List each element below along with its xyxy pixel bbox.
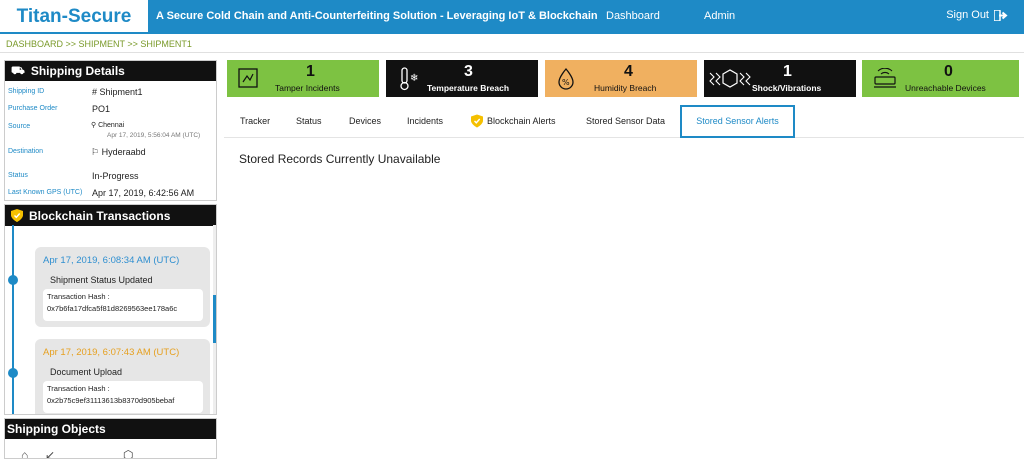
flag-icon: ⚐ — [91, 147, 100, 157]
nav-admin[interactable]: Admin — [704, 10, 735, 22]
transaction-card[interactable]: Apr 17, 2019, 6:07:43 AM (UTC) Document … — [35, 339, 210, 414]
breadcrumb-divider — [0, 52, 1024, 53]
stat-shock[interactable]: 1 Shock/Vibrations — [704, 60, 856, 97]
tab-bar: Tracker Status Devices Incidents Blockch… — [224, 104, 1024, 138]
transaction-hash-label: Transaction Hash : — [47, 384, 110, 393]
transaction-hash[interactable]: 0x7b6fa17dfca5f81d8269563ee178a6c — [47, 304, 199, 313]
arrow-icon: ↙ — [45, 448, 56, 459]
top-navbar: Titan-Secure A Secure Cold Chain and Ant… — [0, 0, 1024, 34]
source-value: ⚲ Chennai — [91, 121, 124, 129]
shipping-objects-title: Shipping Objects — [7, 422, 106, 436]
temperature-label: Temperature Breach — [427, 83, 510, 93]
status-label: Status — [8, 172, 28, 179]
purchase-order-value: PO1 — [92, 104, 111, 114]
shipping-details-title: Shipping Details — [30, 64, 125, 78]
stat-humidity[interactable]: % 4 Humidity Breach — [545, 60, 697, 97]
signout-icon — [994, 9, 1008, 21]
tab-blockchain-alerts[interactable]: Blockchain Alerts — [471, 114, 556, 128]
brand-logo[interactable]: Titan-Secure — [0, 0, 148, 34]
empty-state-message: Stored Records Currently Unavailable — [239, 152, 441, 166]
signout-button[interactable]: Sign Out — [946, 9, 1008, 21]
transaction-hash-label: Transaction Hash : — [47, 292, 110, 301]
tab-status[interactable]: Status — [296, 116, 322, 126]
transaction-time: Apr 17, 2019, 6:07:43 AM (UTC) — [43, 347, 180, 358]
signout-label: Sign Out — [946, 9, 989, 21]
stat-unreachable[interactable]: 0 Unreachable Devices — [862, 60, 1019, 97]
tamper-count: 1 — [306, 63, 315, 80]
pin-icon: ⚲ — [91, 122, 97, 129]
source-city: Chennai — [98, 122, 125, 129]
tab-stored-sensor-alerts[interactable]: Stored Sensor Alerts — [680, 105, 795, 138]
box-icon: ⬡ — [123, 448, 134, 459]
temperature-count: 3 — [464, 63, 473, 80]
breadcrumb[interactable]: DASHBOARD >> SHIPMENT >> SHIPMENT1 — [6, 39, 192, 49]
shock-label: Shock/Vibrations — [752, 83, 822, 93]
timeline-line — [12, 225, 14, 414]
timeline-dot — [8, 368, 18, 378]
shipping-id-value: # Shipment1 — [92, 87, 143, 97]
transaction-hash-box: Transaction Hash : 0x2b75c9ef31113613b83… — [43, 381, 203, 413]
truck-icon: ⛟ — [11, 65, 25, 77]
svg-text:%: % — [562, 78, 570, 87]
tab-devices[interactable]: Devices — [349, 116, 381, 126]
status-value: In-Progress — [92, 171, 139, 181]
svg-text:❄: ❄ — [410, 73, 418, 84]
package-icon: ⌂ — [21, 448, 29, 459]
shipping-id-label: Shipping ID — [8, 88, 45, 95]
tab-incidents[interactable]: Incidents — [407, 116, 443, 126]
blockchain-title: Blockchain Transactions — [29, 208, 171, 223]
scrollbar-thumb[interactable] — [213, 295, 216, 343]
stat-tamper[interactable]: 1 Tamper Incidents — [227, 60, 379, 97]
tamper-icon — [238, 68, 258, 88]
timeline-dot — [8, 275, 18, 285]
tab-blockchain-alerts-label: Blockchain Alerts — [487, 116, 556, 126]
purchase-order-label: Purchase Order — [8, 105, 58, 112]
blockchain-panel: Blockchain Transactions Apr 17, 2019, 6:… — [4, 204, 217, 415]
shock-count: 1 — [783, 63, 792, 80]
shock-icon — [709, 69, 751, 88]
destination-label: Destination — [8, 148, 44, 155]
transaction-hash[interactable]: 0x2b75c9ef31113613b8370d905bebaf — [47, 396, 199, 405]
shipping-details-header: ⛟ Shipping Details — [5, 61, 216, 81]
humidity-count: 4 — [624, 63, 633, 80]
transaction-card[interactable]: Apr 17, 2019, 6:08:34 AM (UTC) Shipment … — [35, 247, 210, 327]
gps-value: Apr 17, 2019, 6:42:56 AM — [92, 188, 195, 198]
thermometer-icon: ❄ — [400, 67, 418, 91]
source-time: Apr 17, 2019, 5:56:04 AM (UTC) — [107, 132, 201, 139]
shield-icon — [11, 209, 23, 222]
router-icon — [874, 68, 896, 88]
source-label: Source — [8, 123, 31, 130]
nav-dashboard[interactable]: Dashboard — [606, 10, 660, 22]
transaction-hash-box: Transaction Hash : 0x7b6fa17dfca5f81d826… — [43, 289, 203, 321]
transaction-title: Shipment Status Updated — [50, 275, 153, 285]
shield-icon — [471, 114, 483, 128]
tamper-label: Tamper Incidents — [275, 83, 340, 93]
tab-tracker[interactable]: Tracker — [240, 116, 270, 126]
shipping-objects-panel: Shipping Objects ⌂ ↙ ⬡ — [4, 418, 217, 459]
tagline: A Secure Cold Chain and Anti-Counterfeit… — [156, 10, 598, 22]
transaction-title: Document Upload — [50, 367, 123, 377]
unreachable-label: Unreachable Devices — [905, 83, 986, 93]
shipping-details-panel: ⛟ Shipping Details Shipping ID # Shipmen… — [4, 60, 217, 201]
humidity-label: Humidity Breach — [594, 83, 657, 93]
destination-value: ⚐ Hyderaabd — [91, 147, 146, 158]
blockchain-header: Blockchain Transactions — [5, 205, 216, 226]
shipping-objects-header: Shipping Objects — [5, 419, 216, 439]
humidity-icon: % — [558, 68, 574, 90]
destination-city: Hyderaabd — [101, 147, 146, 157]
gps-label: Last Known GPS (UTC) — [8, 189, 83, 196]
stat-temperature[interactable]: ❄ 3 Temperature Breach — [386, 60, 538, 97]
transaction-time: Apr 17, 2019, 6:08:34 AM (UTC) — [43, 255, 180, 266]
tab-stored-sensor-data[interactable]: Stored Sensor Data — [586, 116, 665, 126]
unreachable-count: 0 — [944, 63, 953, 80]
